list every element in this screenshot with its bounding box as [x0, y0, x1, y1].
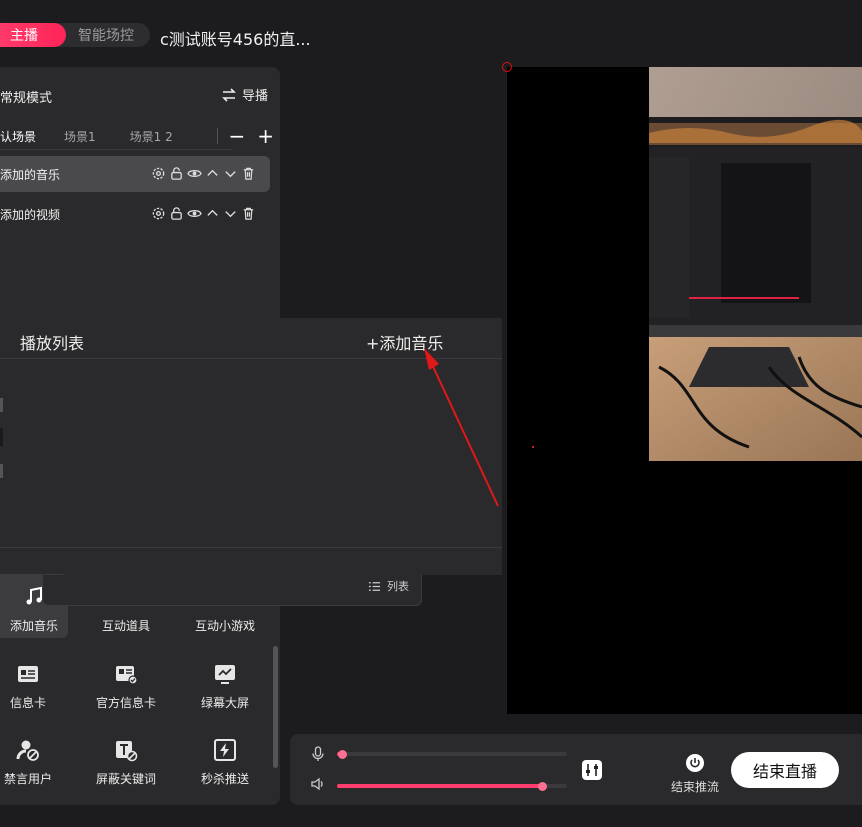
speaker-icon[interactable]: [310, 776, 326, 792]
control-bar: 结束推流 结束直播: [290, 734, 862, 805]
tab-scene-1-2[interactable]: 场景1 2: [130, 128, 173, 145]
chevron-down-icon[interactable]: [223, 166, 238, 181]
tool-label: 禁言用户: [3, 772, 52, 786]
source-row-music[interactable]: 添加的音乐: [0, 156, 270, 192]
chevron-down-icon[interactable]: [223, 206, 238, 221]
tool-label: 屏蔽关键词: [95, 772, 156, 786]
tool-official-info-card[interactable]: 官方信息卡: [92, 651, 160, 715]
green-screen-icon: [215, 665, 235, 684]
remove-scene-icon[interactable]: −: [228, 126, 245, 146]
chevron-up-icon[interactable]: [205, 206, 220, 221]
divider: [217, 128, 219, 144]
tool-info-card[interactable]: 信息卡: [0, 651, 62, 715]
speaker-volume-handle[interactable]: [538, 781, 547, 791]
info-card-icon: [18, 666, 38, 682]
mixer-icon: [586, 764, 598, 776]
tool-label: 官方信息卡: [95, 696, 156, 710]
source-row-video[interactable]: 添加的视频: [0, 196, 270, 232]
mic-volume-slider[interactable]: [337, 749, 567, 759]
stop-push-button[interactable]: 结束推流: [670, 752, 720, 795]
tab-default-scene[interactable]: 认场景: [0, 128, 36, 145]
scene-panel: 常规模式 导播 认场景 场景1 场景1 2 − + 添加的音乐 添加的视频: [0, 67, 280, 319]
mode-tab-host[interactable]: 主播: [0, 23, 66, 47]
tab-underline: [0, 149, 232, 150]
chevron-up-icon[interactable]: [205, 166, 220, 181]
tool-label: 互动道具: [101, 619, 150, 633]
list-icon: [368, 581, 381, 591]
tool-flash-sale-push[interactable]: 秒杀推送: [191, 727, 259, 791]
add-scene-icon[interactable]: +: [257, 126, 274, 146]
list-label: 列表: [387, 580, 409, 593]
camera-feed[interactable]: [649, 67, 862, 461]
tool-mute-user[interactable]: 禁言用户: [0, 727, 62, 791]
lock-icon[interactable]: [169, 206, 184, 221]
tool-interactive-props[interactable]: 互动道具: [92, 574, 160, 638]
list-view-button[interactable]: 列表: [368, 578, 409, 594]
scene-tab-ops: − +: [217, 123, 274, 149]
mute-user-icon: [16, 740, 39, 761]
block-keyword-icon: [116, 741, 138, 762]
tool-label: 信息卡: [9, 696, 46, 710]
tool-label: 添加音乐: [9, 619, 58, 633]
mode-label: 常规模式: [0, 91, 53, 106]
source-label: 添加的音乐: [0, 167, 61, 182]
tool-label: 互动小游戏: [194, 619, 255, 633]
lock-icon[interactable]: [169, 166, 184, 181]
official-card-icon: [116, 666, 138, 685]
director-button[interactable]: 导播: [221, 85, 268, 104]
selection-marker: [502, 62, 512, 72]
end-live-button[interactable]: 结束直播: [731, 752, 839, 788]
divider: [0, 547, 502, 548]
flash-sale-icon: [214, 739, 236, 761]
mic-volume-handle[interactable]: [338, 749, 347, 759]
source-ops: [151, 166, 256, 181]
audio-mixer-button[interactable]: [582, 760, 602, 780]
speaker-volume-fill: [337, 784, 542, 788]
tools-scrollbar[interactable]: [273, 646, 278, 768]
microphone-icon[interactable]: [310, 746, 326, 762]
marker-dot: [532, 446, 534, 448]
tool-block-keywords[interactable]: 屏蔽关键词: [92, 727, 160, 791]
tab-scene-1[interactable]: 场景1: [64, 128, 96, 145]
mode-tab-smart-control[interactable]: 智能场控: [66, 25, 134, 45]
room-title: c测试账号456的直...: [160, 30, 311, 49]
power-icon: [686, 754, 704, 772]
gear-icon[interactable]: [151, 166, 166, 181]
tool-label: 秒杀推送: [200, 772, 249, 786]
tool-label: 绿幕大屏: [200, 696, 249, 710]
annotation-arrow: [424, 348, 499, 507]
eye-icon[interactable]: [187, 206, 202, 221]
mode-toggle: 主播 智能场控: [0, 23, 150, 47]
camera-image: [649, 67, 862, 461]
tools-panel: 添加音乐 列表 互动道具 互动小游戏 信息卡 官方信息卡 绿幕大屏 禁言用户 屏…: [0, 574, 422, 805]
tool-mini-game[interactable]: 互动小游戏: [190, 574, 260, 638]
trash-icon[interactable]: [241, 206, 256, 221]
left-edge-marks: [0, 398, 3, 478]
stop-push-label: 结束推流: [670, 780, 719, 794]
trash-icon[interactable]: [241, 166, 256, 181]
source-ops: [151, 206, 256, 221]
swap-icon: [222, 87, 236, 102]
tool-green-screen[interactable]: 绿幕大屏: [191, 651, 259, 715]
source-label: 添加的视频: [0, 207, 61, 222]
eye-icon[interactable]: [187, 166, 202, 181]
gear-icon[interactable]: [151, 206, 166, 221]
playlist-title: 播放列表: [20, 334, 85, 353]
speaker-volume-slider[interactable]: [337, 781, 567, 791]
scene-tabs: 认场景 场景1 场景1 2 − +: [0, 123, 280, 149]
director-label: 导播: [241, 89, 268, 104]
